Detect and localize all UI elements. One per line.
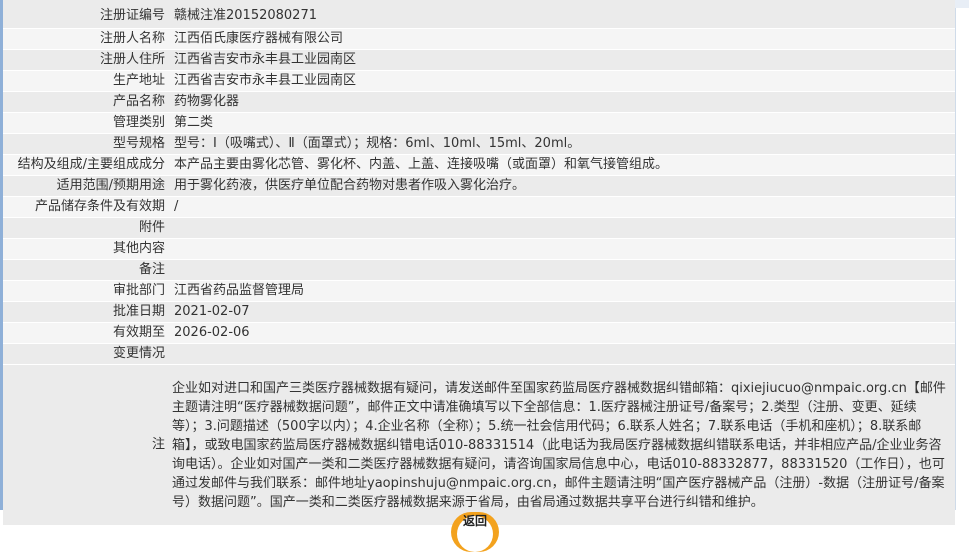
table-row: 管理类别 第二类 — [3, 112, 955, 134]
table-row: 附件 — [3, 217, 955, 239]
back-button-label: 返回 — [462, 514, 487, 528]
table-row: 型号规格 型号：Ⅰ（吸嘴式）、Ⅱ（面罩式）；规格：6ml、10ml、15ml、2… — [3, 133, 955, 155]
field-label: 结构及组成/主要组成成分 — [3, 154, 169, 176]
table-row: 其他内容 — [3, 238, 955, 260]
field-value: 赣械注准20152080271 — [169, 0, 955, 29]
field-label: 产品名称 — [3, 91, 169, 113]
table-row: 有效期至 2026-02-06 — [3, 322, 955, 344]
field-value: 药物雾化器 — [169, 91, 955, 113]
field-value: 第二类 — [169, 112, 955, 134]
table-row: 审批部门 江西省药品监督管理局 — [3, 280, 955, 302]
back-button[interactable]: 返回 — [451, 510, 499, 552]
field-label: 其他内容 — [3, 238, 169, 260]
notes-row: 注 企业如对进口和国产三类医疗器械数据有疑问，请发送邮件至国家药监局医疗器械数据… — [3, 364, 955, 526]
field-label: 管理类别 — [3, 112, 169, 134]
table-row: 产品储存条件及有效期 / — [3, 196, 955, 218]
field-value — [169, 217, 955, 239]
field-label: 批准日期 — [3, 301, 169, 323]
field-value: 江西省吉安市永丰县工业园南区 — [169, 70, 955, 92]
field-value: 2026-02-06 — [169, 322, 955, 344]
field-label: 备注 — [3, 259, 169, 281]
field-value: / — [169, 196, 955, 218]
field-label: 变更情况 — [3, 343, 169, 365]
field-label: 注册人名称 — [3, 28, 169, 50]
table-row: 变更情况 — [3, 343, 955, 365]
table-row: 产品名称 药物雾化器 — [3, 91, 955, 113]
field-value: 江西佰氏康医疗器械有限公司 — [169, 28, 955, 50]
table-row: 注册人名称 江西佰氏康医疗器械有限公司 — [3, 28, 955, 50]
field-label: 附件 — [3, 217, 169, 239]
table-row: 注册证编号 赣械注准20152080271 — [3, 0, 955, 29]
right-border — [955, 0, 956, 510]
notes-text: 企业如对进口和国产三类医疗器械数据有疑问，请发送邮件至国家药监局医疗器械数据纠错… — [169, 364, 955, 526]
field-label: 有效期至 — [3, 322, 169, 344]
scrollbar-track[interactable] — [955, 0, 969, 8]
table-row: 生产地址 江西省吉安市永丰县工业园南区 — [3, 70, 955, 92]
field-label: 生产地址 — [3, 70, 169, 92]
field-value: 江西省吉安市永丰县工业园南区 — [169, 49, 955, 71]
field-label: 产品储存条件及有效期 — [3, 196, 169, 218]
field-value — [169, 343, 955, 365]
field-value — [169, 259, 955, 281]
field-value: 本产品主要由雾化芯管、雾化杯、内盖、上盖、连接吸嘴（或面罩）和氧气接管组成。 — [169, 154, 955, 176]
field-value — [169, 238, 955, 260]
field-label: 型号规格 — [3, 133, 169, 155]
field-value: 型号：Ⅰ（吸嘴式）、Ⅱ（面罩式）；规格：6ml、10ml、15ml、20ml。 — [169, 133, 955, 155]
field-value: 江西省药品监督管理局 — [169, 280, 955, 302]
registration-detail-table: 注册证编号 赣械注准20152080271 注册人名称 江西佰氏康医疗器械有限公… — [3, 0, 955, 526]
table-row: 批准日期 2021-02-07 — [3, 301, 955, 323]
table-row: 结构及组成/主要组成成分 本产品主要由雾化芯管、雾化杯、内盖、上盖、连接吸嘴（或… — [3, 154, 955, 176]
table-row: 注册人住所 江西省吉安市永丰县工业园南区 — [3, 49, 955, 71]
table-row: 备注 — [3, 259, 955, 281]
field-label: 注册证编号 — [3, 0, 169, 29]
notes-label: 注 — [3, 364, 169, 526]
table-row: 适用范围/预期用途 用于雾化药液，供医疗单位配合药物对患者作吸入雾化治疗。 — [3, 175, 955, 197]
field-label: 审批部门 — [3, 280, 169, 302]
field-value: 用于雾化药液，供医疗单位配合药物对患者作吸入雾化治疗。 — [169, 175, 955, 197]
field-label: 适用范围/预期用途 — [3, 175, 169, 197]
field-value: 2021-02-07 — [169, 301, 955, 323]
field-label: 注册人住所 — [3, 49, 169, 71]
